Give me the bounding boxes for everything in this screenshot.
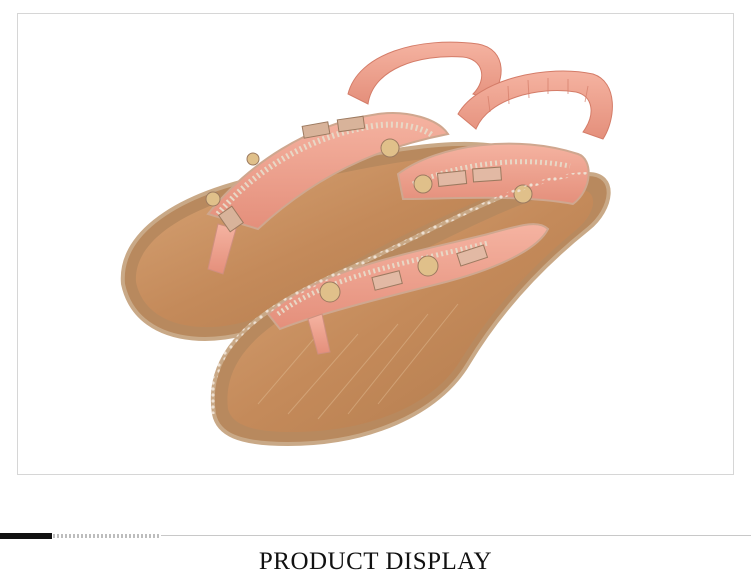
- divider-stripe-bar: [53, 534, 161, 538]
- product-photo-frame: [17, 13, 734, 475]
- section-divider: [0, 532, 751, 540]
- divider-line: [161, 535, 751, 536]
- sandal-pair-image: [120, 41, 613, 447]
- divider-accent-bar: [0, 533, 52, 539]
- section-caption: PRODUCT DISPLAY: [258, 548, 493, 575]
